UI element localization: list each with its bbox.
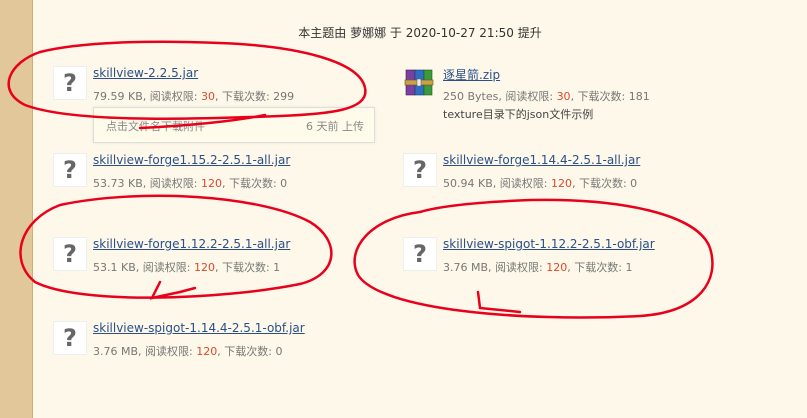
attachment-item: ? skillview-forge1.12.2-2.5.1-all.jar 53… [53, 237, 383, 291]
tooltip-hint: 点击文件名下载附件 [106, 120, 205, 133]
unknown-file-icon: ? [403, 237, 437, 271]
attachment-link[interactable]: skillview-2.2.5.jar [93, 66, 198, 80]
winrar-archive-icon [403, 66, 435, 98]
download-count: 0 [280, 177, 288, 190]
unknown-file-icon: ? [53, 321, 87, 355]
attachment-meta: 3.76 MB, 阅读权限: 120, 下载次数: 0 [93, 345, 283, 358]
download-count: 1 [625, 261, 633, 274]
download-count: 0 [275, 345, 283, 358]
attachment-item: ? skillview-spigot-1.14.4-2.5.1-obf.jar … [53, 321, 383, 375]
attachment-link[interactable]: skillview-forge1.14.4-2.5.1-all.jar [443, 153, 640, 167]
tooltip-upload-time: 6 天前 上传 [306, 120, 364, 133]
read-permission: 120 [550, 177, 572, 190]
read-permission: 30 [556, 90, 571, 103]
attachment-meta: 50.94 KB, 阅读权限: 120, 下载次数: 0 [443, 177, 638, 190]
attachment-meta: 250 Bytes, 阅读权限: 30, 下载次数: 181 [443, 90, 650, 103]
attachment-link[interactable]: skillview-forge1.12.2-2.5.1-all.jar [93, 237, 290, 251]
post-content: 本主题由 萝娜娜 于 2020-10-27 21:50 提升 ? skillvi… [33, 0, 807, 418]
download-tooltip: 点击文件名下载附件 6 天前 上传 [93, 107, 375, 143]
attachment-item: ? skillview-forge1.14.4-2.5.1-all.jar 50… [403, 153, 733, 207]
download-count: 1 [273, 261, 281, 274]
download-count: 299 [273, 90, 295, 103]
attachment-description: texture目录下的json文件示例 [443, 108, 594, 121]
left-sidebar-strip [0, 0, 33, 418]
read-permission: 30 [200, 90, 215, 103]
attachment-link[interactable]: skillview-spigot-1.12.2-2.5.1-obf.jar [443, 237, 655, 251]
attachment-meta: 53.1 KB, 阅读权限: 120, 下载次数: 1 [93, 261, 281, 274]
download-count: 0 [630, 177, 638, 190]
read-permission: 120 [196, 345, 218, 358]
read-permission: 120 [200, 177, 222, 190]
unknown-file-icon: ? [403, 153, 437, 187]
read-permission: 120 [546, 261, 568, 274]
attachment-item: ? skillview-forge1.15.2-2.5.1-all.jar 53… [53, 153, 383, 207]
unknown-file-icon: ? [53, 66, 87, 100]
attachment-meta: 53.73 KB, 阅读权限: 120, 下载次数: 0 [93, 177, 288, 190]
attachment-link[interactable]: 逐星箭.zip [443, 66, 500, 83]
attachment-meta: 79.59 KB, 阅读权限: 30, 下载次数: 299 [93, 90, 295, 103]
unknown-file-icon: ? [53, 237, 87, 271]
attachment-item: ? skillview-spigot-1.12.2-2.5.1-obf.jar … [403, 237, 733, 291]
promotion-notice: 本主题由 萝娜娜 于 2020-10-27 21:50 提升 [298, 26, 542, 40]
attachment-link[interactable]: skillview-spigot-1.14.4-2.5.1-obf.jar [93, 321, 305, 335]
attachment-item: 逐星箭.zip 250 Bytes, 阅读权限: 30, 下载次数: 181 t… [403, 66, 733, 121]
read-permission: 120 [193, 261, 215, 274]
attachment-meta: 3.76 MB, 阅读权限: 120, 下载次数: 1 [443, 261, 633, 274]
attachment-link[interactable]: skillview-forge1.15.2-2.5.1-all.jar [93, 153, 290, 167]
unknown-file-icon: ? [53, 153, 87, 187]
download-count: 181 [628, 90, 650, 103]
